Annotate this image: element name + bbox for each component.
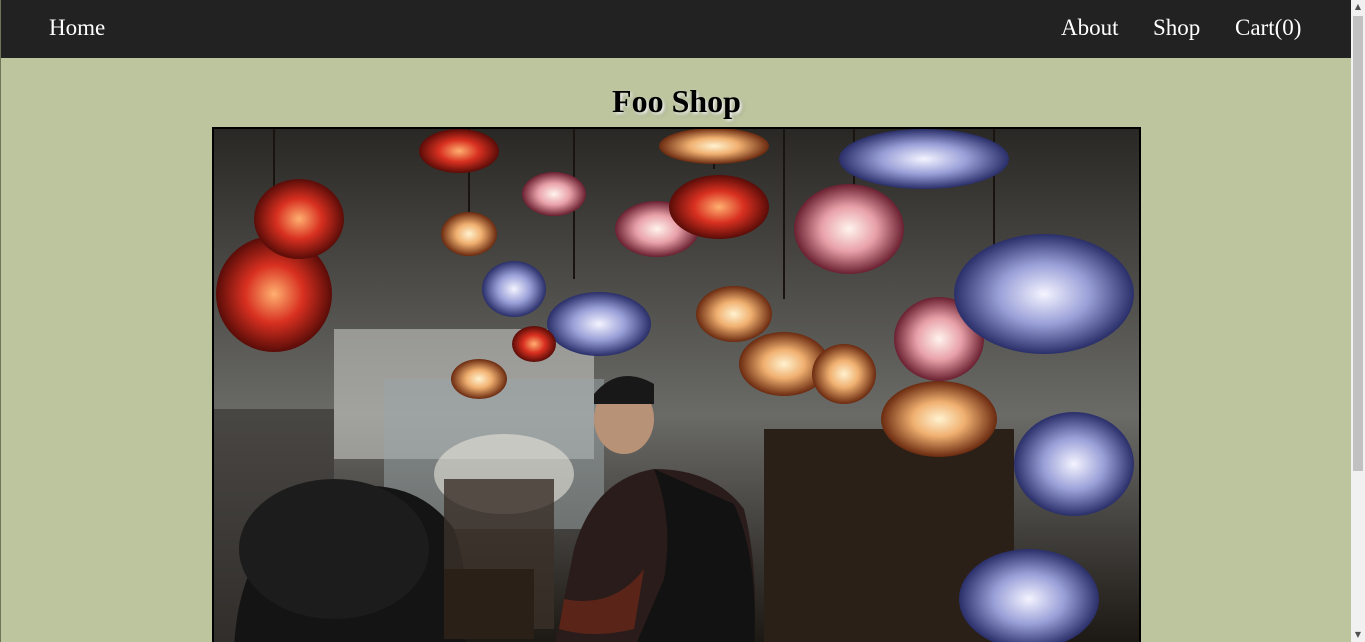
nav-home-link[interactable]: Home (49, 14, 105, 42)
scrollbar-thumb[interactable] (1353, 16, 1363, 471)
hero-image (212, 127, 1141, 642)
nav-shop-link[interactable]: Shop (1153, 14, 1200, 42)
scroll-down-icon[interactable]: ▼ (1351, 628, 1365, 642)
navbar: Home About Shop Cart(0) (1, 0, 1352, 58)
page: Home About Shop Cart(0) Foo Shop (0, 0, 1352, 642)
page-scrollbar[interactable]: ▲ ▼ (1351, 0, 1365, 642)
scroll-up-icon[interactable]: ▲ (1351, 0, 1365, 14)
nav-about-link[interactable]: About (1061, 14, 1119, 42)
page-title: Foo Shop (612, 83, 741, 119)
nav-cart-link[interactable]: Cart(0) (1235, 14, 1301, 42)
